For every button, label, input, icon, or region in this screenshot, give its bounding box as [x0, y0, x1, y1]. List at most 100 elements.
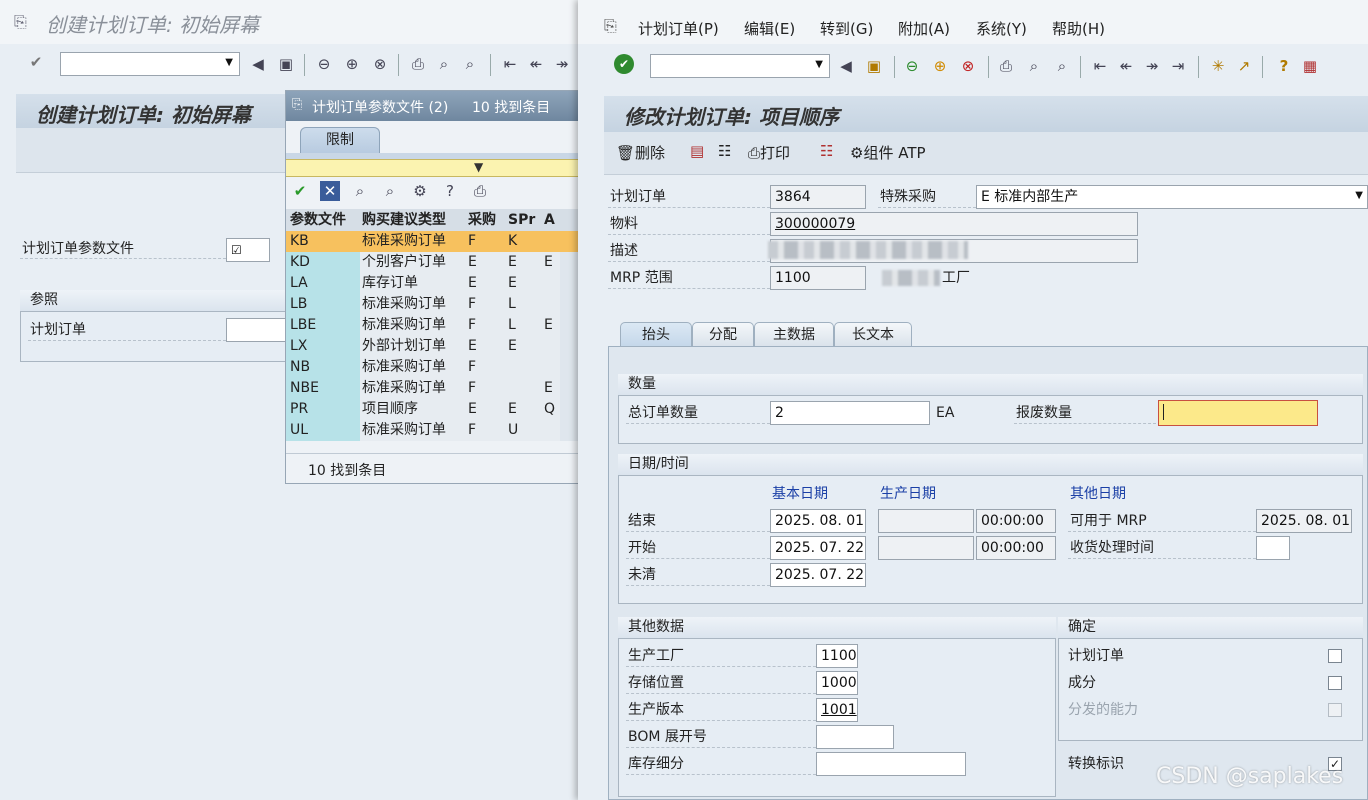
right-menubar: ⎘ 计划订单(P) 编辑(E) 转到(G) 附加(A) 系统(Y) 帮助(H): [578, 0, 1368, 44]
enter-icon[interactable]: ✔: [26, 52, 46, 72]
tab-master-data[interactable]: 主数据: [754, 322, 834, 348]
new-session-icon[interactable]: ✳: [1208, 56, 1228, 76]
help-icon[interactable]: ?: [1274, 56, 1294, 76]
table-row[interactable]: KB 标准采购订单 F K: [286, 231, 578, 252]
tab-header[interactable]: 抬头: [620, 322, 692, 348]
right-title-area: 修改计划订单: 项目顺序: [604, 96, 1368, 132]
back-arrow-icon[interactable]: ◀: [248, 54, 268, 74]
delete-button[interactable]: 🗑删除: [616, 142, 665, 163]
table-row[interactable]: LBE 标准采购订单 F L E: [286, 315, 578, 336]
close-icon[interactable]: ✕: [320, 181, 340, 201]
table-row[interactable]: LB 标准采购订单 F L: [286, 294, 578, 315]
command-field[interactable]: ▼: [650, 54, 830, 78]
storage-location-input[interactable]: 1000: [816, 671, 858, 695]
profile-input[interactable]: ☑: [226, 238, 270, 262]
firm-order-checkbox[interactable]: [1328, 649, 1342, 663]
network-icon[interactable]: ☷: [820, 142, 833, 160]
scrap-qty-input[interactable]: [1158, 400, 1318, 426]
shortcut-icon[interactable]: ↗: [1234, 56, 1254, 76]
print-icon[interactable]: ⎙: [996, 56, 1016, 76]
print-icon[interactable]: ⎙: [470, 181, 490, 201]
exit-icon[interactable]: ⊕: [930, 56, 950, 76]
menu-system[interactable]: 系统(Y): [976, 18, 1027, 40]
menu-planned-order[interactable]: 计划订单(P): [638, 18, 719, 40]
material-number[interactable]: 300000079: [770, 212, 1138, 236]
component-atp-button[interactable]: ⚙组件 ATP: [850, 142, 926, 163]
table-row[interactable]: LX 外部计划订单 E E: [286, 336, 578, 357]
find-icon[interactable]: ⌕: [350, 181, 370, 201]
back-icon[interactable]: ⊖: [314, 54, 334, 74]
table-row[interactable]: UL 标准采购订单 F U: [286, 420, 578, 441]
menu-extras[interactable]: 附加(A): [898, 18, 950, 40]
stock-segment-input[interactable]: [816, 752, 966, 776]
save-icon[interactable]: ▣: [276, 54, 296, 74]
table-row[interactable]: NB 标准采购订单 F: [286, 357, 578, 378]
layout-icon[interactable]: ▦: [1300, 56, 1320, 76]
profile-popup: ⎘ 计划订单参数文件 (2) 10 找到条目 限制 ▼ ✔ ✕ ⌕ ⌕ ⚙ ? …: [285, 90, 580, 484]
confirm-icon[interactable]: ✔: [290, 181, 310, 201]
next-page-icon[interactable]: ↠: [552, 54, 572, 74]
popup-toolbar: ✔ ✕ ⌕ ⌕ ⚙ ? ⎙: [286, 179, 579, 205]
settings-icon[interactable]: ⚙: [410, 181, 430, 201]
help-icon[interactable]: ?: [440, 181, 460, 201]
bom-explosion-input[interactable]: [816, 725, 894, 749]
popup-table-header: 参数文件 购买建议类型 采购 SPr A: [286, 209, 579, 232]
print-icon[interactable]: ⎙: [408, 54, 428, 74]
header-detail-icon[interactable]: ▤: [690, 142, 704, 160]
total-qty-input[interactable]: 2: [770, 401, 930, 425]
menu-help[interactable]: 帮助(H): [1052, 18, 1105, 40]
dates-group-header: 日期/时间: [618, 454, 1363, 476]
window-menu-icon[interactable]: ⎘: [14, 12, 27, 32]
prev-page-icon[interactable]: ↞: [1116, 56, 1136, 76]
back-icon[interactable]: ⊖: [902, 56, 922, 76]
expand-arrow-icon[interactable]: ▼: [474, 160, 483, 174]
window-menu-icon[interactable]: ⎘: [604, 16, 617, 36]
firm-components-checkbox[interactable]: [1328, 676, 1342, 690]
cancel-icon[interactable]: ⊗: [958, 56, 978, 76]
exit-icon[interactable]: ⊕: [342, 54, 362, 74]
popup-tab-restrict[interactable]: 限制: [300, 127, 380, 153]
tab-long-text[interactable]: 长文本: [834, 322, 912, 348]
special-procurement-select[interactable]: E 标准内部生产 ▼: [976, 185, 1368, 209]
cancel-icon[interactable]: ⊗: [370, 54, 390, 74]
menu-goto[interactable]: 转到(G): [820, 18, 873, 40]
table-row[interactable]: PR 项目顺序 E E Q: [286, 399, 578, 420]
tab-assignment[interactable]: 分配: [692, 322, 754, 348]
quantity-group-header: 数量: [618, 374, 1363, 396]
basic-start-date[interactable]: 2025. 07. 22: [770, 536, 866, 560]
next-page-icon[interactable]: ↠: [1142, 56, 1162, 76]
table-row[interactable]: KD 个别客户订单 E E E: [286, 252, 578, 273]
table-row[interactable]: LA 库存订单 E E: [286, 273, 578, 294]
prev-page-icon[interactable]: ↞: [526, 54, 546, 74]
find-icon[interactable]: ⌕: [434, 54, 454, 74]
plant-input[interactable]: 1100: [816, 644, 858, 668]
left-command-field[interactable]: ▼: [60, 52, 240, 76]
popup-filter-bar[interactable]: ▼: [286, 159, 579, 177]
hierarchy-icon[interactable]: ☷: [718, 142, 731, 160]
enter-icon[interactable]: ✔: [614, 54, 634, 74]
production-version-input[interactable]: 1001: [816, 698, 858, 722]
first-page-icon[interactable]: ⇤: [1090, 56, 1110, 76]
gr-processing-input[interactable]: [1256, 536, 1290, 560]
find-next-icon[interactable]: ⌕: [460, 54, 480, 74]
dropdown-arrow-icon: ▼: [815, 59, 823, 70]
menu-edit[interactable]: 编辑(E): [744, 18, 795, 40]
first-page-icon[interactable]: ⇤: [500, 54, 520, 74]
table-row[interactable]: NBE 标准采购订单 F E: [286, 378, 578, 399]
left-window-title: 创建计划订单: 初始屏幕: [46, 13, 260, 37]
find-next-icon[interactable]: ⌕: [380, 181, 400, 201]
save-icon[interactable]: ▣: [864, 56, 884, 76]
basic-end-date[interactable]: 2025. 08. 01: [770, 509, 866, 533]
find-icon[interactable]: ⌕: [1024, 56, 1044, 76]
open-date[interactable]: 2025. 07. 22: [770, 563, 866, 587]
basic-dates-header: 基本日期: [772, 486, 828, 502]
mrp-area-label: MRP 范围: [610, 270, 673, 286]
back-arrow-icon[interactable]: ◀: [836, 56, 856, 76]
find-next-icon[interactable]: ⌕: [1052, 56, 1072, 76]
reference-group-header: 参照: [20, 290, 320, 312]
print-icon: ⎙: [748, 144, 761, 162]
last-page-icon[interactable]: ⇥: [1168, 56, 1188, 76]
gr-processing-label: 收货处理时间: [1070, 540, 1154, 556]
print-button[interactable]: ⎙打印: [748, 142, 790, 163]
search-help-icon[interactable]: ☑: [231, 243, 242, 257]
